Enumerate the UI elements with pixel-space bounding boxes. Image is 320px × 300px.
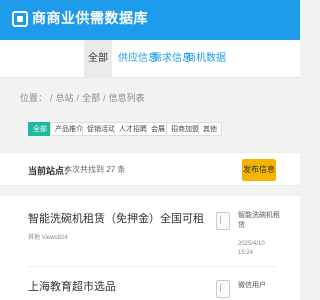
logo-icon (12, 11, 28, 27)
category-filters: 全部 产品推介 促销活动 人才招聘 会展 招商加盟 其他 (0, 112, 300, 146)
breadcrumb-sep: / (103, 93, 106, 103)
listing-title[interactable]: 上海教育超市选品 (28, 278, 116, 294)
filter-other[interactable]: 其他 (198, 122, 222, 136)
list-item[interactable]: 上海教育超市选品 微信用户 (0, 268, 300, 300)
listing-title[interactable]: 智能洗碗机租赁（免押金）全国可租 (28, 210, 204, 226)
listing-meta: 其他 Views824 (28, 235, 68, 241)
breadcrumb-current: 信息列表 (108, 93, 145, 103)
breadcrumb-prefix: 位置： (20, 93, 48, 103)
nav-tab-opportunities[interactable]: 商机数据 (186, 40, 226, 78)
site-title: 商商业供需数据库 (32, 11, 148, 27)
divider (28, 266, 276, 267)
listing-author-cont: 赁 (238, 222, 245, 229)
breadcrumb-sep: / (76, 93, 80, 103)
document-icon (216, 280, 230, 298)
listing-list: 智能洗碗机租赁（免押金）全国可租 其他 Views824 智能洗碗机租 赁 20… (0, 196, 300, 300)
list-item[interactable]: 智能洗碗机租赁（免押金）全国可租 其他 Views824 智能洗碗机租 赁 20… (0, 196, 300, 258)
listing-author: 微信用户 (238, 282, 266, 289)
publish-button[interactable]: 发布信息 (242, 159, 276, 181)
breadcrumb-sep: / (50, 93, 53, 103)
document-icon (216, 212, 230, 230)
logo[interactable]: 商商业供需数据库 (12, 10, 148, 28)
main-nav: 全部 供应信息 需求信息 商机数据 (0, 40, 300, 78)
breadcrumb-home[interactable]: 总站 (56, 93, 74, 103)
breadcrumb-all[interactable]: 全部 (82, 93, 100, 103)
listing-author: 智能洗碗机租 (238, 212, 280, 219)
result-count: 本次共找到 27 条 (64, 165, 126, 174)
filter-all[interactable]: 全部 (28, 122, 52, 136)
header-bar: 商商业供需数据库 (0, 0, 300, 40)
breadcrumb: 位置： / 总站 / 全部 / 信息列表 (0, 84, 300, 112)
listing-date: 2025/4/10 15:24 (238, 241, 265, 256)
nav-tab-all[interactable]: 全部 (84, 40, 112, 78)
result-bar: 当前站点： 本次共找到 27 条 发布信息 (0, 152, 300, 186)
